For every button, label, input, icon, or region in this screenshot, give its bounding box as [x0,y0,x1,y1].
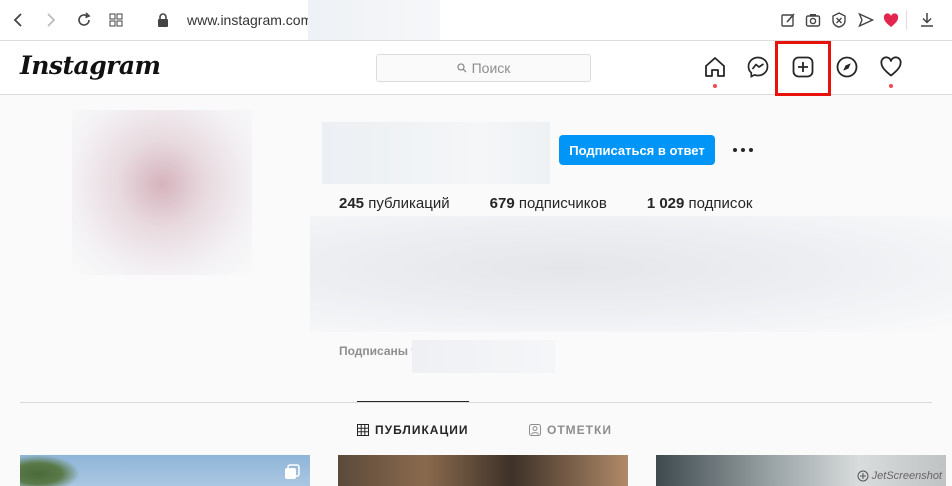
adblock-button[interactable] [830,11,848,29]
more-options-button[interactable] [728,138,758,162]
reload-icon [78,12,91,26]
activity-button[interactable] [878,54,904,80]
new-post-icon [792,56,814,78]
stat-label: публикаций [368,195,450,212]
redacted-area [308,0,440,40]
post-thumbnail[interactable]: JetScreenshot [656,455,946,486]
watermark: JetScreenshot [857,470,942,482]
browser-toolbar: www.instagram.com [0,0,952,41]
address-bar-url[interactable]: www.instagram.com [187,12,312,28]
redacted-followers [412,340,555,373]
forward-button[interactable] [40,10,60,30]
explore-icon [836,56,858,78]
grid-icon [357,424,369,436]
tab-posts[interactable]: ПУБЛИКАЦИИ [357,423,468,437]
home-button[interactable] [702,54,728,80]
posts-count[interactable]: 245 публикаций [339,195,450,212]
lock-icon [158,13,168,27]
home-icon [705,57,725,77]
search-input[interactable]: Поиск [376,54,591,82]
carousel-icon [285,464,300,479]
direct-messages-button[interactable] [745,54,771,80]
watermark-text: JetScreenshot [871,470,942,482]
tabs-divider [20,402,932,403]
home-notification-dot [713,84,717,88]
block-icon [832,12,846,28]
tagged-icon [529,424,541,436]
downloads-button[interactable] [918,11,936,29]
send-button[interactable] [857,11,875,29]
stat-number: 245 [339,195,365,212]
active-tab-indicator [357,401,469,402]
edit-icon [781,13,795,27]
speed-dial-button[interactable] [106,10,126,30]
following-count[interactable]: 1 029 подписок [647,195,753,212]
tab-posts-label: ПУБЛИКАЦИИ [375,423,469,437]
followed-by-text[interactable]: Подписаны t [339,344,415,358]
post-thumbnail[interactable] [20,455,310,486]
watermark-logo-icon [857,470,869,482]
tab-tagged[interactable]: ОТМЕТКИ [529,423,612,437]
chevron-right-icon [47,13,56,27]
more-icon [733,148,753,152]
messenger-icon [747,56,769,78]
search-icon [456,63,467,73]
stat-number: 679 [489,195,515,212]
stat-label: подписчиков [518,195,607,212]
follow-back-button[interactable]: Подписаться в ответ [559,135,715,165]
post-thumbnail[interactable] [338,455,628,486]
toolbar-divider [906,10,907,30]
stat-label: подписок [688,195,753,212]
profile-avatar[interactable] [72,110,252,275]
send-icon [858,12,874,28]
instagram-header: Instagram Поиск [0,41,952,96]
reload-button[interactable] [74,10,94,30]
back-button[interactable] [9,10,29,30]
profile-stats: 245 публикаций 679 подписчиков 1 029 под… [339,195,793,212]
snapshot-button[interactable] [804,11,822,29]
post-image-tree [20,455,80,486]
activity-icon [880,56,902,77]
tab-tagged-label: ОТМЕТКИ [547,423,612,437]
stat-number: 1 029 [646,195,685,212]
redacted-bio [310,216,952,332]
edit-page-button[interactable] [779,11,797,29]
search-placeholder: Поиск [471,60,511,76]
secure-lock[interactable] [153,10,173,30]
new-post-button[interactable] [790,54,816,80]
chevron-left-icon [13,13,22,27]
explore-button[interactable] [834,54,860,80]
redacted-username [322,122,550,184]
camera-icon [805,14,821,27]
activity-notification-dot [889,84,893,88]
instagram-logo[interactable]: Instagram [20,51,161,80]
grid-icon [109,13,123,27]
favorites-button[interactable] [882,11,900,29]
followers-count[interactable]: 679 подписчиков [490,195,607,212]
heart-filled-icon [883,12,899,27]
download-icon [921,13,933,27]
